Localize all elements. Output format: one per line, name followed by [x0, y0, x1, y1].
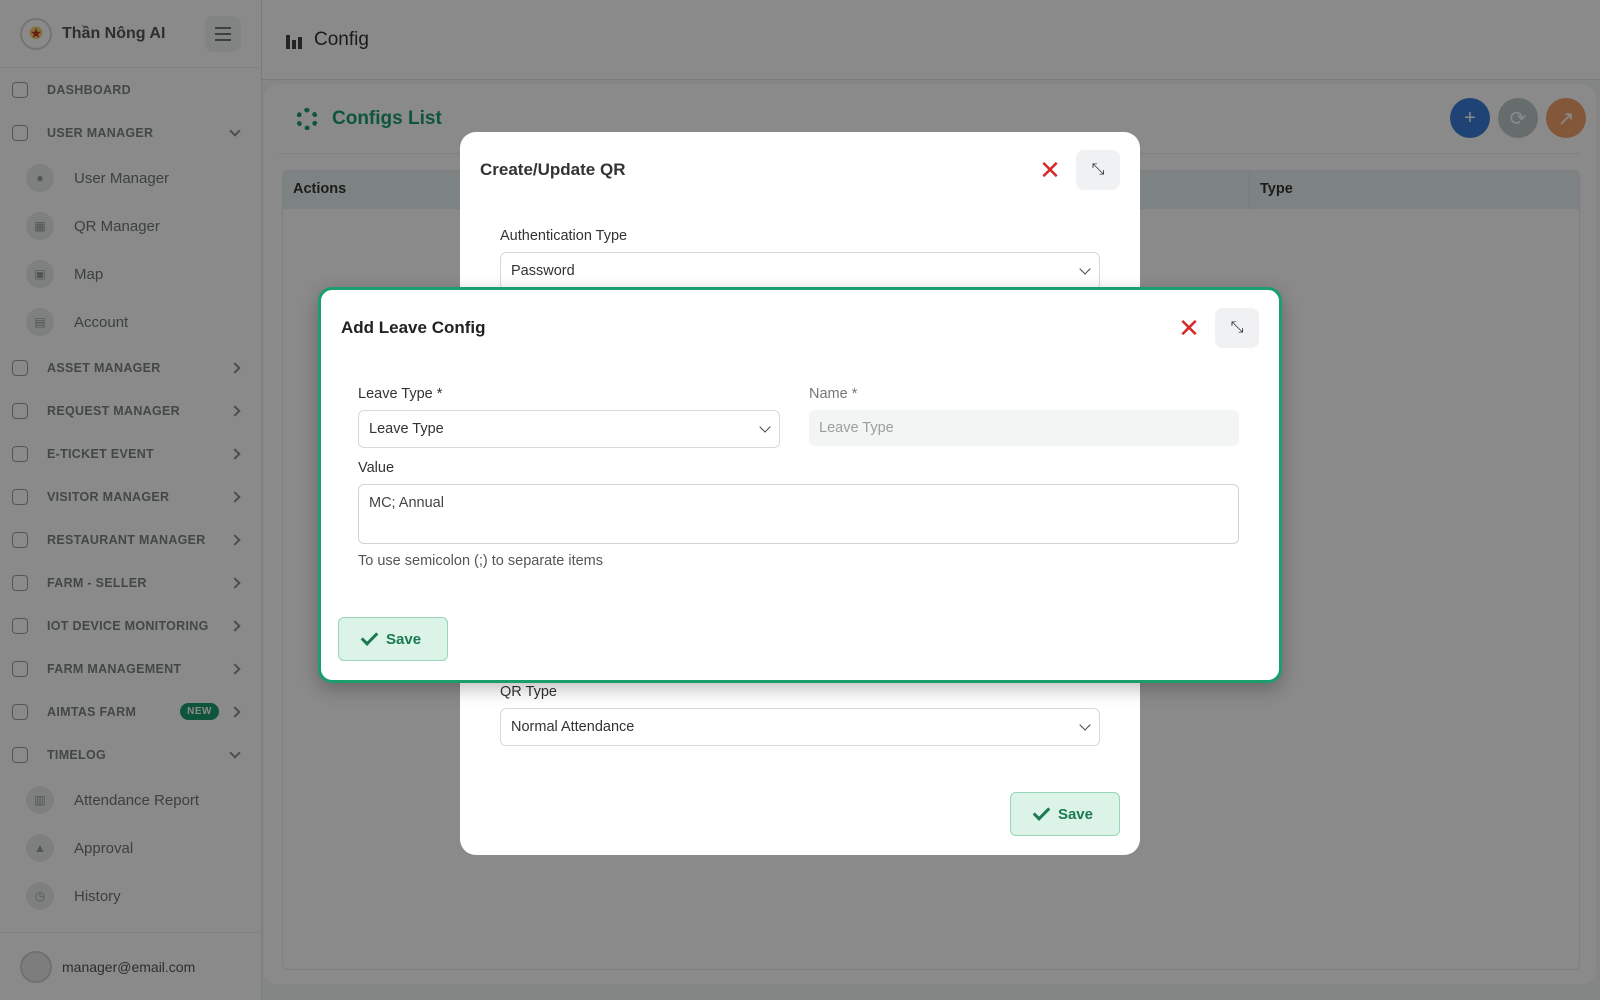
check-icon — [360, 628, 379, 646]
leave-modal-header: Add Leave Config ✕ ⤡ — [321, 290, 1279, 366]
close-icon[interactable]: ✕ — [1030, 150, 1070, 190]
expand-icon[interactable]: ⤡ — [1215, 308, 1259, 348]
leave-type-label: Leave Type * — [358, 386, 443, 402]
chevron-down-icon — [1079, 719, 1091, 731]
expand-icon[interactable]: ⤡ — [1076, 150, 1120, 190]
auth-type-group: Authentication Type Password — [500, 228, 1100, 290]
name-label: Name * — [809, 386, 858, 402]
chevron-down-icon — [759, 421, 771, 433]
add-leave-config-modal: Add Leave Config ✕ ⤡ Leave Type * Leave … — [318, 287, 1282, 683]
leave-save-button[interactable]: Save — [338, 617, 449, 661]
qr-modal-header: Create/Update QR ✕ ⤡ — [460, 132, 1140, 208]
value-label: Value — [358, 460, 395, 476]
value-textarea[interactable]: MC; Annual — [358, 484, 1239, 544]
qr-modal-title: Create/Update QR — [480, 160, 626, 179]
qr-type-label: QR Type — [500, 684, 557, 700]
close-icon[interactable]: ✕ — [1169, 308, 1209, 348]
leave-type-select[interactable]: Leave Type — [358, 410, 780, 448]
qr-type-group: QR Type Normal Attendance — [500, 684, 1100, 746]
leave-modal-title: Add Leave Config — [341, 318, 486, 337]
chevron-down-icon — [1079, 263, 1091, 275]
name-group: Name * Leave Type — [809, 386, 1239, 446]
check-icon — [1032, 803, 1051, 821]
auth-type-label: Authentication Type — [500, 228, 628, 244]
leave-type-group: Leave Type * Leave Type — [358, 386, 780, 448]
qr-save-button[interactable]: Save — [1009, 792, 1120, 836]
value-group: Value MC; Annual To use semicolon (;) to… — [358, 460, 1239, 569]
value-hint: To use semicolon (;) to separate items — [358, 553, 603, 569]
name-input[interactable]: Leave Type — [809, 410, 1239, 446]
auth-type-select[interactable]: Password — [500, 252, 1100, 290]
qr-type-select[interactable]: Normal Attendance — [500, 708, 1100, 746]
